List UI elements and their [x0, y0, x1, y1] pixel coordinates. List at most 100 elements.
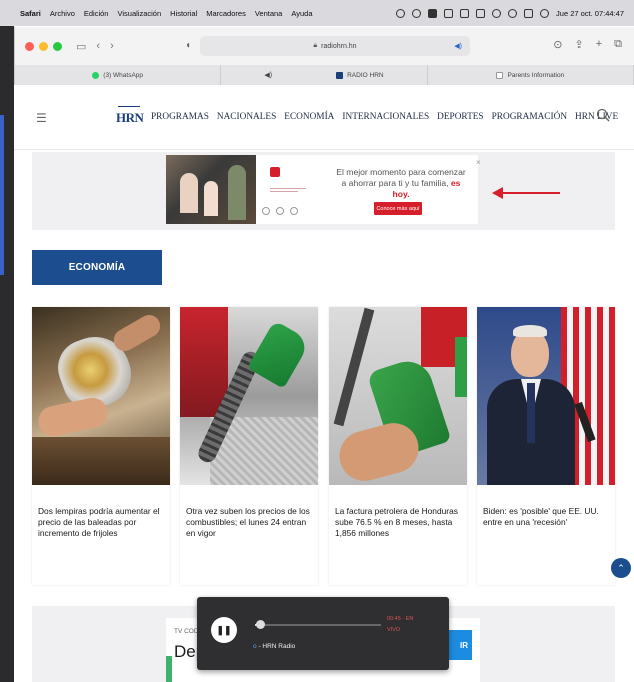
nav-nacionales[interactable]: NACIONALES [217, 112, 276, 122]
download-icon[interactable]: ⊙ [553, 38, 562, 51]
ad-partner-logos [262, 207, 322, 215]
article-image[interactable] [329, 307, 467, 485]
zoom-window-button[interactable] [53, 41, 62, 51]
status-icon[interactable] [428, 8, 438, 18]
audio-player: ❚❚ 00:45 - EN VIVO o - HRN Radio [197, 597, 449, 670]
site-header: ☰ HRN PROGRAMAS NACIONALES ECONOMÍA INTE… [14, 85, 634, 150]
ad-photo-figure [228, 165, 246, 220]
spotlight-icon[interactable] [508, 8, 518, 18]
tab-overview-icon[interactable]: ⧉ [614, 38, 622, 51]
menu-ayuda[interactable]: Ayuda [291, 9, 312, 18]
bottom-ad-mark [166, 656, 172, 682]
station-prefix: o [253, 643, 257, 650]
player-station: o - HRN Radio [253, 643, 295, 650]
partner-logo-icon [276, 207, 284, 215]
search-icon[interactable] [596, 108, 610, 122]
address-bar-url: radiohrn.hn [321, 42, 357, 50]
status-icon[interactable] [412, 8, 422, 18]
nav-economia[interactable]: ECONOMÍA [284, 112, 334, 122]
tab-whatsapp[interactable]: (3) WhatsApp [15, 65, 222, 85]
nav-internacionales[interactable]: INTERNACIONALES [342, 112, 429, 122]
tab-parents-information[interactable]: Parents Information [428, 65, 634, 85]
whatsapp-icon [92, 71, 100, 79]
pause-button[interactable]: ❚❚ [211, 617, 237, 643]
bottom-ad-cta-button[interactable]: IR [446, 630, 472, 660]
browser-toolbar: ▭ ‹ › ◖ 🔒︎ radiohrn.hn ◀) ⊙ ⇪ + ⧉ [14, 27, 634, 65]
menubar-clock[interactable]: Jue 27 oct. 07:44:47 [556, 9, 624, 18]
back-icon[interactable]: ‹ [96, 40, 100, 52]
article-title[interactable]: Otra vez suben los precios de los combus… [186, 506, 314, 539]
ad-family-photo [166, 155, 256, 224]
article-title[interactable]: La factura petrolera de Honduras sube 76… [335, 506, 463, 539]
article-image[interactable] [180, 307, 318, 485]
article-image-part [32, 437, 170, 485]
logo-text: HRN [116, 110, 144, 125]
nav-programas[interactable]: PROGRAMAS [151, 112, 209, 122]
article-title[interactable]: Biden: es 'posible' que EE. UU. entre en… [483, 506, 611, 528]
status-icon[interactable] [396, 8, 406, 18]
audio-playing-icon[interactable]: ◀) [454, 42, 462, 50]
close-window-button[interactable] [25, 41, 34, 51]
partner-logo-icon [262, 207, 270, 215]
siri-icon[interactable] [540, 8, 550, 18]
tab-label: (3) WhatsApp [103, 71, 144, 79]
menu-toggle-icon[interactable]: ☰ [36, 111, 47, 125]
menu-edicion[interactable]: Edición [84, 9, 109, 18]
minimize-window-button[interactable] [39, 41, 48, 51]
ad-banner[interactable]: El mejor momento para comenzar a ahorrar… [166, 155, 478, 224]
ad-close-icon[interactable]: × [476, 158, 481, 167]
lock-icon: 🔒︎ [313, 42, 318, 49]
wifi-icon[interactable] [492, 8, 502, 18]
article-card[interactable]: Otra vez suben los precios de los combus… [180, 307, 318, 585]
article-image[interactable] [477, 307, 615, 485]
ad-cta-button[interactable]: Conoce más aquí [374, 202, 422, 215]
annotation-arrow-icon [492, 187, 560, 199]
partner-logo-icon [290, 207, 298, 215]
ad-brand-line [270, 188, 306, 189]
menu-ventana[interactable]: Ventana [255, 9, 283, 18]
nav-deportes[interactable]: DEPORTES [437, 112, 483, 122]
menu-historial[interactable]: Historial [170, 9, 197, 18]
new-tab-icon[interactable]: + [596, 38, 602, 51]
menubar-status-area: Jue 27 oct. 07:44:47 [396, 8, 624, 18]
ad-photo-figure [204, 181, 218, 216]
article-image-part [513, 325, 547, 337]
article-title[interactable]: Dos lempiras podría aumentar el precio d… [38, 506, 166, 539]
control-center-icon[interactable] [524, 8, 534, 18]
article-image[interactable] [32, 307, 170, 485]
ad-message-text: El mejor momento para comenzar a ahorrar… [336, 167, 466, 188]
chevron-up-icon: ⌃ [617, 562, 625, 573]
progress-track[interactable] [255, 624, 381, 626]
article-card[interactable]: Biden: es 'posible' que EE. UU. entre en… [477, 307, 615, 585]
bluetooth-icon[interactable] [460, 8, 470, 18]
status-icon[interactable] [444, 8, 454, 18]
ad-brand-line [270, 191, 298, 192]
article-card[interactable]: Dos lempiras podría aumentar el precio d… [32, 307, 170, 585]
menu-marcadores[interactable]: Marcadores [206, 9, 246, 18]
nav-programacion[interactable]: PROGRAMACIÓN [492, 112, 567, 122]
sidebar-icon[interactable]: ▭ [76, 40, 86, 53]
forward-icon[interactable]: › [110, 40, 114, 52]
pause-icon: ❚❚ [216, 624, 232, 635]
article-image-part [109, 310, 165, 356]
privacy-shield-icon[interactable]: ◖ [185, 40, 191, 51]
article-card[interactable]: La factura petrolera de Honduras sube 76… [329, 307, 467, 585]
speaker-icon[interactable]: ◀) [264, 71, 272, 79]
menu-visualizacion[interactable]: Visualización [117, 9, 161, 18]
menu-app-name[interactable]: Safari [20, 9, 41, 18]
address-bar[interactable]: 🔒︎ radiohrn.hn ◀) [200, 36, 470, 56]
share-icon[interactable]: ⇪ [574, 38, 583, 51]
menu-archivo[interactable]: Archivo [50, 9, 75, 18]
battery-icon[interactable] [476, 8, 486, 18]
article-image-part [35, 395, 111, 439]
page-favicon-icon [496, 71, 504, 79]
article-image-part [333, 307, 375, 427]
tab-label: RADIO HRN [347, 71, 384, 79]
article-grid: Dos lempiras podría aumentar el precio d… [32, 307, 615, 585]
tab-radio-hrn[interactable]: ◀) RADIO HRN [221, 65, 428, 85]
hrn-logo[interactable]: HRN [116, 106, 144, 126]
section-title[interactable]: ECONOMÍA [32, 250, 162, 285]
scroll-to-top-button[interactable]: ⌃ [611, 558, 631, 578]
progress-handle[interactable] [256, 620, 266, 629]
station-name: - HRN Radio [258, 643, 296, 650]
